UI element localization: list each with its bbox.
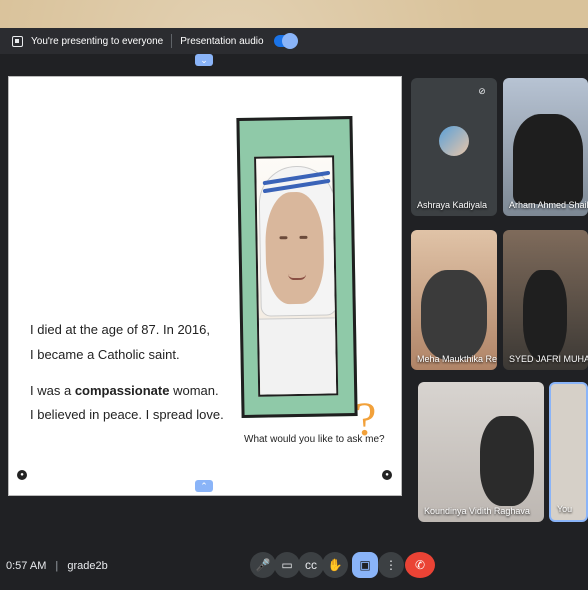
meeting-meta: 0:57 AM | grade2b [6,560,108,572]
divider: | [55,560,59,572]
hand-icon[interactable]: ✋ [322,552,348,578]
time: 0:57 AM [6,560,47,572]
participant-tile-4[interactable]: SYED JAFRI MUHA... [503,230,588,370]
avatar [439,126,469,156]
presentation-audio-toggle[interactable] [273,33,298,49]
collapse-down-chevron-icon[interactable]: ⌃ [195,480,213,492]
mic-icon[interactable]: 🎤 [250,552,276,578]
mic-muted-icon: ⊘ [478,86,486,96]
slide-text-line-4: I believed in peace. I spread love. [30,407,224,422]
participant-name: You [557,504,573,514]
divider [171,34,173,48]
participant-name: Arham Ahmed Shaik [509,200,588,210]
camera-icon[interactable]: ▭ [274,552,300,578]
portrait-frame [236,116,358,418]
captions-icon[interactable]: cc [298,552,324,578]
participant-tile-5[interactable]: Koundinya Vidith Raghava [418,382,544,522]
presenting-bar: You're presenting to everyone Presentati… [0,28,588,54]
slide-text-line-1: I died at the age of 87. In 2016, [30,322,210,337]
participant-name: Ashraya Kadiyala [417,200,488,210]
participant-tile-self[interactable]: You [549,382,588,522]
end-call-icon[interactable]: ✆ [405,552,435,578]
slide-text-line-3: I was a compassionate woman. [30,383,219,398]
slide-text-line-2: I became a Catholic saint. [30,347,180,362]
slide-left-dot-icon: ● [17,470,27,480]
participant-tile-3[interactable]: Meha Maukthika Re... [411,230,497,370]
present-icon [12,35,23,47]
meeting-code: grade2b [67,560,108,572]
portrait [254,155,339,397]
slide-right-dot-icon: ● [382,470,392,480]
presenting-text: You're presenting to everyone [31,35,164,47]
more-icon[interactable]: ⋮ [378,552,404,578]
question-mark-icon: ? [355,393,377,446]
participant-name: SYED JAFRI MUHA... [509,354,588,364]
participant-tile-2[interactable]: Arham Ahmed Shaik [503,78,588,216]
present-now-icon[interactable]: ▣ [352,552,378,578]
participant-name: Meha Maukthika Re... [417,354,497,364]
expand-up-chevron-icon[interactable]: ⌄ [195,54,213,66]
participant-name: Koundinya Vidith Raghava [424,506,530,516]
presentation-audio-label: Presentation audio [180,35,264,47]
participant-tile-1[interactable]: ⊘ Ashraya Kadiyala [411,78,497,216]
